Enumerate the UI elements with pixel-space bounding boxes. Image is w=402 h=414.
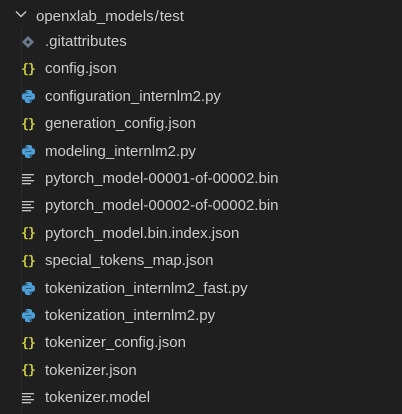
- python-icon: [19, 281, 37, 297]
- file-name: .gitattributes: [45, 33, 127, 50]
- json-braces-icon: {}: [21, 226, 36, 242]
- json-braces-icon: {}: [21, 363, 36, 379]
- chevron-down-icon[interactable]: [14, 7, 28, 21]
- file-name: configuration_internlm2.py: [45, 87, 221, 105]
- json-braces-icon: {}: [21, 253, 36, 269]
- text-lines-icon: [19, 171, 37, 187]
- file-list: .gitattributes {} config.json configurat…: [0, 28, 402, 411]
- file-item-pytorch-model-00001-bin[interactable]: pytorch_model-00001-of-00002.bin: [0, 165, 402, 192]
- file-name: tokenization_internlm2.py: [45, 306, 216, 324]
- json-braces-icon: {}: [21, 116, 36, 132]
- file-name: tokenizer.model: [45, 389, 151, 407]
- python-icon: [19, 308, 37, 324]
- file-item-tokenizer-json[interactable]: {} tokenizer.json: [0, 357, 402, 384]
- text-lines-icon: [19, 198, 37, 214]
- file-item-pytorch-model-bin-index-json[interactable]: {} pytorch_model.bin.index.json: [0, 220, 402, 247]
- python-icon: [19, 89, 37, 105]
- folder-row[interactable]: openxlab_models/test: [0, 4, 402, 28]
- text-lines-icon: [19, 390, 37, 406]
- file-item-generation-config-json[interactable]: {} generation_config.json: [0, 110, 402, 137]
- file-name: special_tokens_map.json: [45, 252, 214, 270]
- file-item-config-json[interactable]: {} config.json: [0, 55, 402, 82]
- file-name: tokenizer_config.json: [45, 334, 186, 352]
- file-explorer: openxlab_models/test .gitattributes {} c…: [0, 0, 402, 414]
- json-braces-icon: {}: [21, 335, 36, 351]
- file-name: pytorch_model-00002-of-00002.bin: [45, 197, 279, 215]
- file-name: tokenization_internlm2_fast.py: [45, 279, 248, 297]
- file-item-tokenizer-config-json[interactable]: {} tokenizer_config.json: [0, 329, 402, 356]
- file-name: config.json: [45, 60, 117, 78]
- file-item-special-tokens-map-json[interactable]: {} special_tokens_map.json: [0, 247, 402, 274]
- file-name: tokenizer.json: [45, 361, 137, 379]
- git-diamond-icon: [19, 34, 37, 50]
- breadcrumb: openxlab_models/test: [36, 8, 184, 25]
- breadcrumb-subfolder[interactable]: test: [160, 8, 184, 25]
- breadcrumb-folder[interactable]: openxlab_models: [36, 8, 154, 25]
- file-name: generation_config.json: [45, 115, 196, 133]
- file-item-configuration-internlm2-py[interactable]: configuration_internlm2.py: [0, 83, 402, 110]
- file-item-pytorch-model-00002-bin[interactable]: pytorch_model-00002-of-00002.bin: [0, 192, 402, 219]
- python-icon: [19, 144, 37, 160]
- file-name: modeling_internlm2.py: [45, 142, 196, 160]
- file-item-tokenization-internlm2-fast-py[interactable]: tokenization_internlm2_fast.py: [0, 275, 402, 302]
- file-item-gitattributes[interactable]: .gitattributes: [0, 28, 402, 55]
- file-name: pytorch_model-00001-of-00002.bin: [45, 169, 279, 187]
- file-name: pytorch_model.bin.index.json: [45, 224, 240, 242]
- json-braces-icon: {}: [21, 61, 36, 77]
- file-item-modeling-internlm2-py[interactable]: modeling_internlm2.py: [0, 138, 402, 165]
- file-item-tokenizer-model[interactable]: tokenizer.model: [0, 384, 402, 411]
- file-item-tokenization-internlm2-py[interactable]: tokenization_internlm2.py: [0, 302, 402, 329]
